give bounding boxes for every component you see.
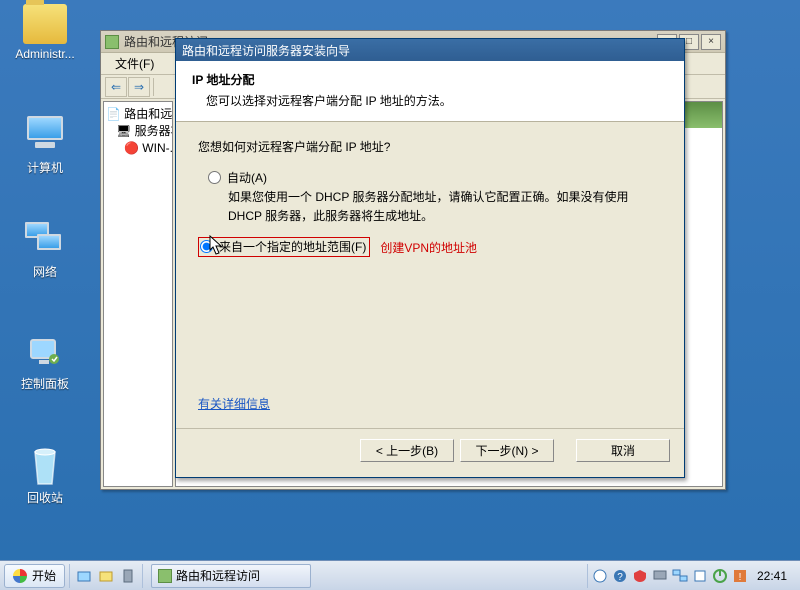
- tree-srv[interactable]: 🖥 服务器状态: [106, 123, 170, 140]
- tray-network-icon[interactable]: [672, 568, 688, 584]
- wizard-content: 您想如何对远程客户端分配 IP 地址? 自动(A) 如果您使用一个 DHCP 服…: [176, 122, 684, 428]
- menu-file[interactable]: 文件(F): [107, 53, 162, 74]
- close-button[interactable]: ×: [701, 34, 721, 50]
- tray-power-icon[interactable]: [712, 568, 728, 584]
- svg-text:?: ?: [617, 572, 623, 583]
- recyclebin-icon: [23, 446, 67, 486]
- annotation-text: 创建VPN的地址池: [380, 239, 477, 256]
- start-button[interactable]: 开始: [4, 564, 65, 588]
- cancel-button[interactable]: 取消: [576, 439, 670, 462]
- taskbar: 开始 路由和远程访问 ? ! 22:41: [0, 560, 800, 590]
- folder-icon: [23, 4, 67, 44]
- annotation-box: 来自一个指定的地址范围(F): [198, 237, 370, 257]
- desktop-icon-label: 回收站: [10, 489, 80, 506]
- desktop-icon-label: Administr...: [10, 47, 80, 61]
- desktop-icon-computer[interactable]: 计算机: [10, 116, 80, 176]
- wizard-header-title: IP 地址分配: [192, 71, 668, 88]
- radio-range[interactable]: [200, 240, 213, 253]
- tree-root[interactable]: 📄 路由和远程访问: [106, 106, 170, 123]
- tree-win[interactable]: 🔴 WIN-...: [106, 140, 170, 157]
- task-label: 路由和远程访问: [176, 567, 260, 584]
- tray-app-icon[interactable]: [592, 568, 608, 584]
- clock[interactable]: 22:41: [752, 569, 792, 583]
- radio-auto[interactable]: [208, 171, 221, 184]
- option-range-label: 来自一个指定的地址范围(F): [219, 238, 366, 255]
- wizard-title: 路由和远程访问服务器安装向导: [182, 42, 350, 59]
- back-button[interactable]: < 上一步(B): [360, 439, 454, 462]
- quicklaunch-showdesktop[interactable]: [74, 566, 94, 586]
- controlpanel-icon: [23, 332, 67, 372]
- desktop-icon-controlpanel[interactable]: 控制面板: [10, 332, 80, 392]
- desktop-icon-label: 控制面板: [10, 375, 80, 392]
- option-range[interactable]: 来自一个指定的地址范围(F): [200, 238, 366, 255]
- back-button[interactable]: ⇐: [105, 77, 127, 97]
- more-info-link[interactable]: 有关详细信息: [198, 395, 270, 412]
- wizard-button-bar: < 上一步(B) 下一步(N) > 取消: [176, 428, 684, 472]
- desktop-icon-label: 网络: [10, 263, 80, 280]
- start-label: 开始: [32, 567, 56, 584]
- desktop-icon-recyclebin[interactable]: 回收站: [10, 446, 80, 506]
- start-orb-icon: [13, 569, 27, 583]
- wizard-question: 您想如何对远程客户端分配 IP 地址?: [198, 138, 662, 155]
- quicklaunch: [69, 564, 143, 588]
- wizard-titlebar[interactable]: 路由和远程访问服务器安装向导: [176, 39, 684, 61]
- quicklaunch-server[interactable]: [118, 566, 138, 586]
- task-icon: [158, 569, 172, 583]
- tray-security-icon[interactable]: [632, 568, 648, 584]
- svg-text:!: !: [739, 572, 742, 583]
- option-auto-label: 自动(A): [227, 169, 267, 186]
- tray-help-icon[interactable]: ?: [612, 568, 628, 584]
- tray-device-icon[interactable]: [692, 568, 708, 584]
- taskbar-task-rras[interactable]: 路由和远程访问: [151, 564, 311, 588]
- wizard-header-subtitle: 您可以选择对远程客户端分配 IP 地址的方法。: [192, 88, 668, 109]
- desktop-icon-label: 计算机: [10, 159, 80, 176]
- quicklaunch-explorer[interactable]: [96, 566, 116, 586]
- desktop-icon-administr[interactable]: Administr...: [10, 4, 80, 61]
- network-icon: [23, 220, 67, 260]
- desktop-icon-network[interactable]: 网络: [10, 220, 80, 280]
- option-auto-desc: 如果您使用一个 DHCP 服务器分配地址，请确认它配置正确。如果没有使用 DHC…: [228, 188, 662, 225]
- mmc-app-icon: [105, 35, 119, 49]
- wizard-header: IP 地址分配 您可以选择对远程客户端分配 IP 地址的方法。: [176, 61, 684, 122]
- system-tray: ? ! 22:41: [587, 564, 796, 588]
- wizard-dialog: 路由和远程访问服务器安装向导 IP 地址分配 您可以选择对远程客户端分配 IP …: [175, 38, 685, 478]
- tray-monitor-icon[interactable]: [652, 568, 668, 584]
- next-button[interactable]: 下一步(N) >: [460, 439, 554, 462]
- mmc-tree[interactable]: 📄 路由和远程访问 🖥 服务器状态 🔴 WIN-...: [103, 101, 173, 487]
- forward-button[interactable]: ⇒: [128, 77, 150, 97]
- tray-alert-icon[interactable]: !: [732, 568, 748, 584]
- option-auto[interactable]: 自动(A): [208, 169, 662, 186]
- computer-icon: [23, 116, 67, 156]
